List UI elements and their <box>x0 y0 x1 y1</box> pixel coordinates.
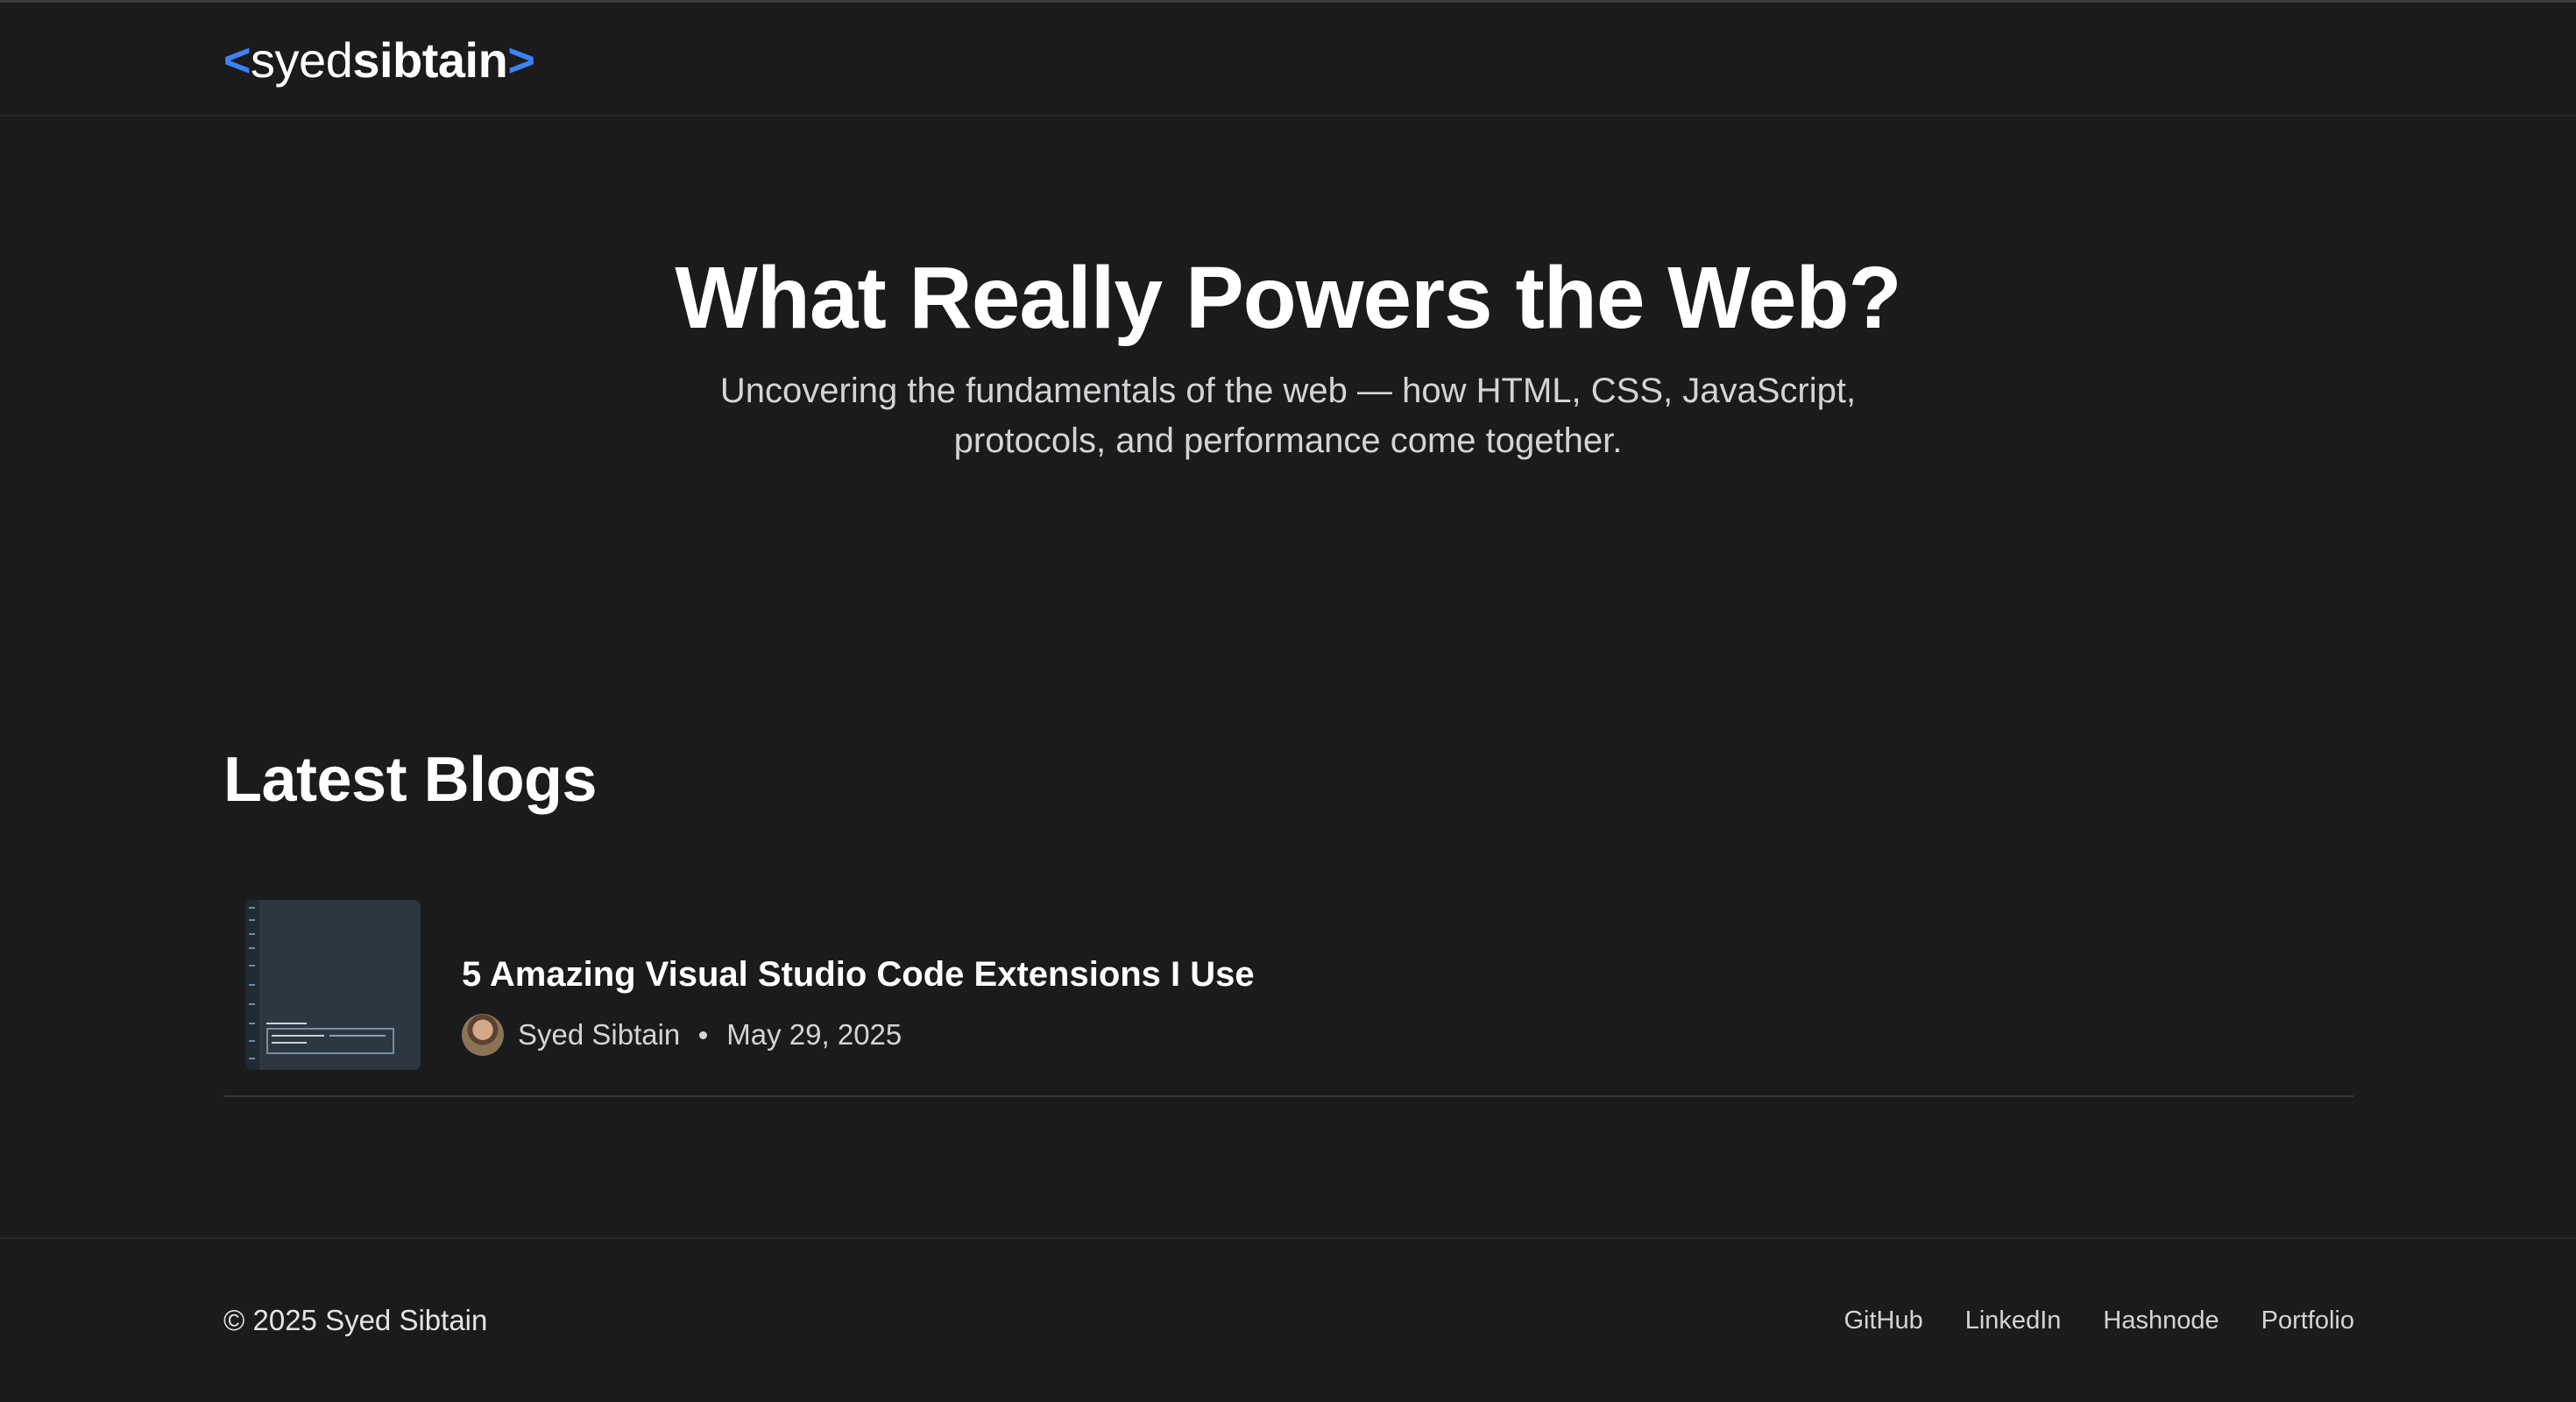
blog-meta: Syed Sibtain May 29, 2025 <box>462 1013 902 1057</box>
hero-subtitle: Uncovering the fundamentals of the web —… <box>719 372 1857 460</box>
blog-card[interactable]: 5 Amazing Visual Studio Code Extensions … <box>223 894 2354 1097</box>
latest-blogs-heading: Latest Blogs <box>223 745 598 815</box>
blog-thumbnail <box>245 900 421 1070</box>
site-footer: © 2025 Syed Sibtain GitHub LinkedIn Hash… <box>0 1237 2576 1402</box>
site-header: < syed sibtain > <box>0 3 2576 117</box>
blog-author: Syed Sibtain <box>518 1018 681 1051</box>
copyright-text: © 2025 Syed Sibtain <box>223 1304 488 1336</box>
footer-links: GitHub LinkedIn Hashnode Portfolio <box>1844 1299 2354 1342</box>
author-avatar <box>462 1014 504 1056</box>
footer-link-linkedin[interactable]: LinkedIn <box>1965 1299 2062 1342</box>
logo-last-name: sibtain <box>352 32 508 88</box>
hero-title: What Really Powers the Web? <box>675 249 1901 347</box>
footer-link-github[interactable]: GitHub <box>1844 1299 1922 1342</box>
footer-link-portfolio[interactable]: Portfolio <box>2261 1299 2354 1342</box>
logo-open-bracket: < <box>223 34 251 87</box>
logo-first-name: syed <box>251 32 353 88</box>
blog-title[interactable]: 5 Amazing Visual Studio Code Extensions … <box>462 950 1255 999</box>
footer-link-hashnode[interactable]: Hashnode <box>2103 1299 2219 1342</box>
logo-close-bracket: > <box>507 34 535 87</box>
thumbnail-code-box <box>266 1028 394 1054</box>
blog-date: May 29, 2025 <box>726 1018 902 1051</box>
meta-separator-dot <box>699 1030 708 1039</box>
site-logo[interactable]: < syed sibtain > <box>223 29 535 92</box>
